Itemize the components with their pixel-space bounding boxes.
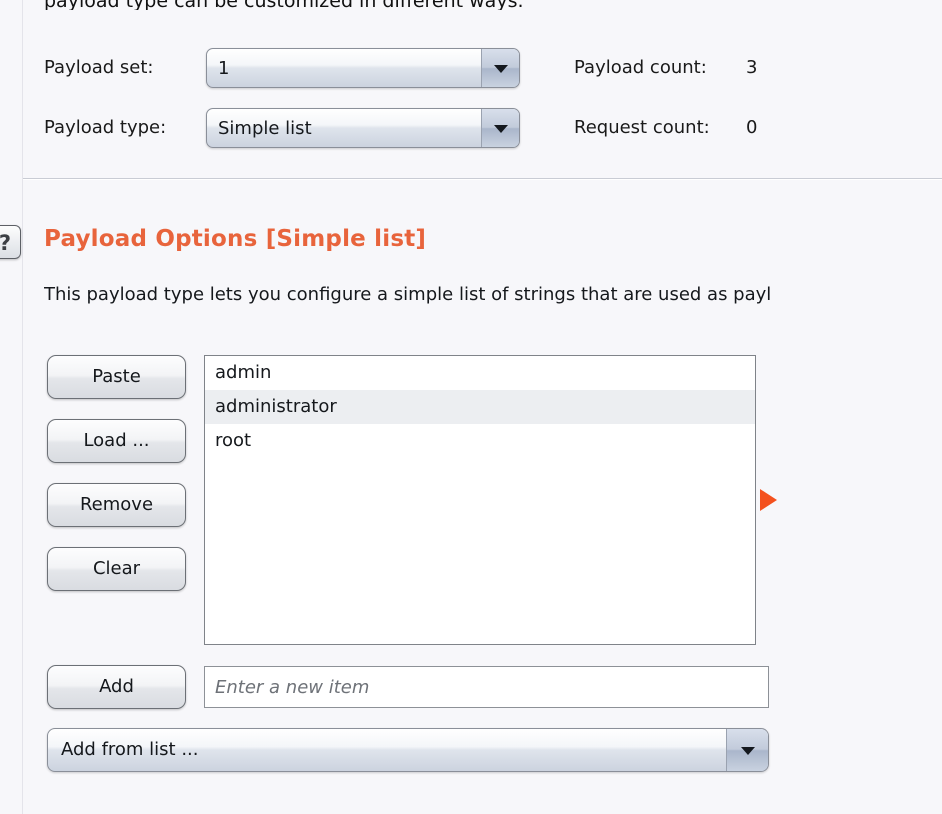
remove-button[interactable]: Remove xyxy=(47,483,186,527)
add-from-list-value: Add from list ... xyxy=(61,739,199,760)
request-count-label: Request count: xyxy=(574,117,710,138)
payload-options-panel: payload type can be customized in differ… xyxy=(0,0,942,814)
help-question-mark: ? xyxy=(0,231,12,255)
load-button[interactable]: Load ... xyxy=(47,419,186,463)
help-icon[interactable]: ? xyxy=(0,225,21,259)
add-button[interactable]: Add xyxy=(47,665,186,709)
payload-config-section: Payload set: 1 Payload count: 3 Payload … xyxy=(0,30,942,178)
add-from-list-dropdown[interactable]: Add from list ... xyxy=(47,728,769,772)
clear-button[interactable]: Clear xyxy=(47,547,186,591)
payload-list[interactable]: admin administrator root xyxy=(204,355,756,645)
section-divider xyxy=(23,178,942,179)
payload-set-dropdown[interactable]: 1 xyxy=(206,48,520,88)
payload-set-row: Payload set: 1 Payload count: 3 xyxy=(0,48,942,88)
payload-set-label: Payload set: xyxy=(44,57,154,78)
chevron-down-icon[interactable] xyxy=(726,729,768,771)
request-count-value: 0 xyxy=(746,117,758,138)
list-item[interactable]: admin xyxy=(205,356,755,390)
payload-type-dropdown[interactable]: Simple list xyxy=(206,108,520,148)
chevron-down-icon[interactable] xyxy=(481,49,519,87)
paste-button[interactable]: Paste xyxy=(47,355,186,399)
page-title: Payload Options [Simple list] xyxy=(44,226,427,252)
play-triangle-icon xyxy=(760,489,777,511)
list-item[interactable]: root xyxy=(205,424,755,458)
payload-type-row: Payload type: Simple list Request count:… xyxy=(0,108,942,148)
chevron-down-icon[interactable] xyxy=(481,109,519,147)
payload-type-label: Payload type: xyxy=(44,117,167,138)
list-item[interactable]: administrator xyxy=(205,390,755,424)
intro-text-clipped: payload type can be customized in differ… xyxy=(44,0,904,10)
payload-options-description: This payload type lets you configure a s… xyxy=(44,284,772,305)
payload-count-label: Payload count: xyxy=(574,57,707,78)
payload-type-value: Simple list xyxy=(218,118,312,139)
payload-count-value: 3 xyxy=(746,57,758,78)
payload-set-value: 1 xyxy=(218,58,230,79)
new-item-input[interactable] xyxy=(204,666,769,708)
